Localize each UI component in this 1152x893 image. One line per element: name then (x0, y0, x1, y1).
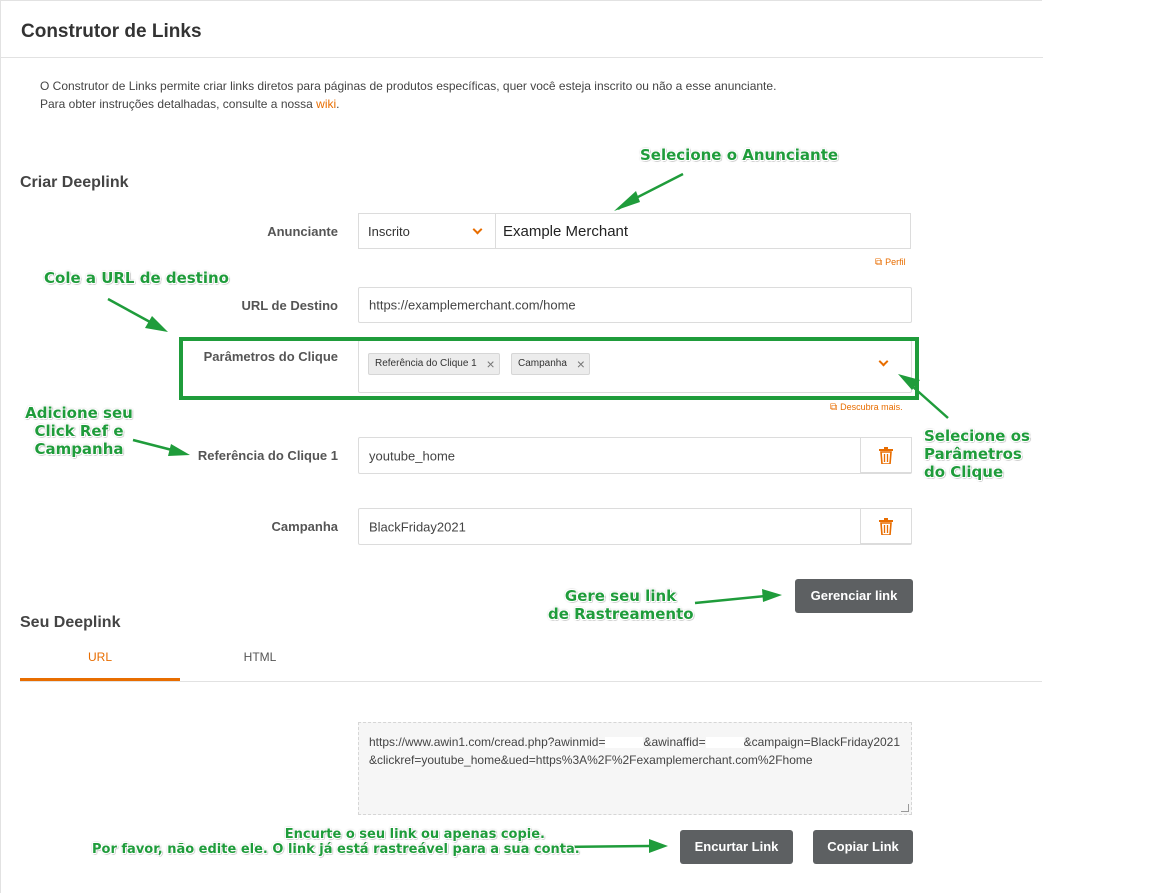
generate-link-button[interactable]: Gerenciar link (795, 579, 913, 613)
intro-line-1: O Construtor de Links permite criar link… (40, 79, 777, 93)
your-deeplink-title: Seu Deeplink (20, 614, 121, 631)
annotation-generate: Gere seu link de Rastreamento (548, 587, 694, 623)
external-link-icon: ⧉ (875, 257, 883, 268)
annotation-line: Por favor, não edite ele. O link já está… (92, 842, 580, 857)
campaign-input[interactable]: BlackFriday2021 (358, 508, 912, 545)
advertiser-label: Anunciante (267, 224, 338, 239)
discover-more-link[interactable]: ⧉ Descubra mais. (830, 402, 903, 413)
delete-campaign-button[interactable] (860, 508, 912, 544)
annotation-select-advertiser: Selecione o Anunciante (640, 146, 839, 164)
active-tab-indicator (20, 678, 180, 681)
clickref-label: Referência do Clique 1 (197, 448, 338, 463)
annotation-line: do Clique (924, 463, 1004, 481)
tab-html[interactable]: HTML (180, 650, 340, 664)
discover-more-label: Descubra mais. (840, 402, 903, 412)
annotation-shorten: Encurte o seu link ou apenas copie. Por … (92, 827, 580, 857)
delete-clickref-button[interactable] (860, 437, 912, 473)
create-deeplink-title: Criar Deeplink (20, 174, 129, 191)
click-params-highlight (179, 337, 919, 400)
chevron-down-icon (472, 224, 483, 235)
annotation-paste-url: Cole a URL de destino (44, 269, 229, 287)
annotation-select-params: Selecione os Parâmetros do Clique (924, 427, 1030, 481)
shorten-link-button[interactable]: Encurtar Link (680, 830, 793, 864)
redacted-value (705, 737, 744, 749)
annotation-line: Campanha (34, 440, 124, 458)
clickref-input[interactable]: youtube_home (358, 437, 912, 474)
campaign-label: Campanha (271, 519, 338, 534)
intro-line-2: Para obter instruções detalhadas, consul… (40, 95, 776, 113)
copy-link-button[interactable]: Copiar Link (813, 830, 913, 864)
annotation-line: Parâmetros (924, 445, 1022, 463)
intro-line-2-suffix: . (336, 97, 340, 111)
profile-link-label: Perfil (885, 257, 906, 267)
trash-icon (879, 518, 893, 535)
annotation-line: de Rastreamento (548, 605, 694, 623)
annotation-line: Gere seu link (564, 587, 677, 605)
external-link-icon: ⧉ (830, 402, 838, 413)
panel-header: Construtor de Links (1, 1, 1043, 58)
advertiser-input[interactable]: Example Merchant (495, 213, 911, 249)
annotation-line: Click Ref e (34, 422, 124, 440)
wiki-link[interactable]: wiki (316, 97, 336, 111)
annotation-add-clickref: Adicione seu Click Ref e Campanha (24, 404, 134, 458)
advertiser-filter-select[interactable]: Inscrito (358, 213, 496, 249)
annotation-line: Adicione seu (25, 404, 133, 422)
page-title: Construtor de Links (21, 21, 202, 42)
trash-icon (879, 447, 893, 464)
intro-text: O Construtor de Links permite criar link… (40, 77, 776, 113)
tab-url[interactable]: URL (20, 650, 180, 664)
destination-url-value: https://examplemerchant.com/home (369, 297, 576, 313)
annotation-line: Encurte o seu link ou apenas copie. (284, 827, 545, 842)
link-text-part-1: https://www.awin1.com/cread.php?awinmid= (369, 735, 606, 749)
tabs-divider (20, 681, 1042, 682)
redacted-value (605, 737, 644, 749)
intro-line-2-prefix: Para obter instruções detalhadas, consul… (40, 97, 317, 111)
advertiser-value: Example Merchant (503, 223, 629, 240)
advertiser-filter-value: Inscrito (368, 224, 410, 239)
profile-link[interactable]: ⧉ Perfil (875, 257, 906, 268)
resize-handle[interactable] (901, 804, 909, 812)
destination-url-input[interactable]: https://examplemerchant.com/home (358, 287, 912, 323)
deeplink-output-textarea[interactable]: https://www.awin1.com/cread.php?awinmid=… (358, 722, 912, 815)
campaign-value: BlackFriday2021 (369, 519, 466, 534)
clickref-value: youtube_home (369, 448, 456, 463)
annotation-line: Selecione os (924, 427, 1030, 445)
link-text-part-2: &awinaffid= (643, 735, 706, 749)
destination-url-label: URL de Destino (241, 298, 338, 313)
